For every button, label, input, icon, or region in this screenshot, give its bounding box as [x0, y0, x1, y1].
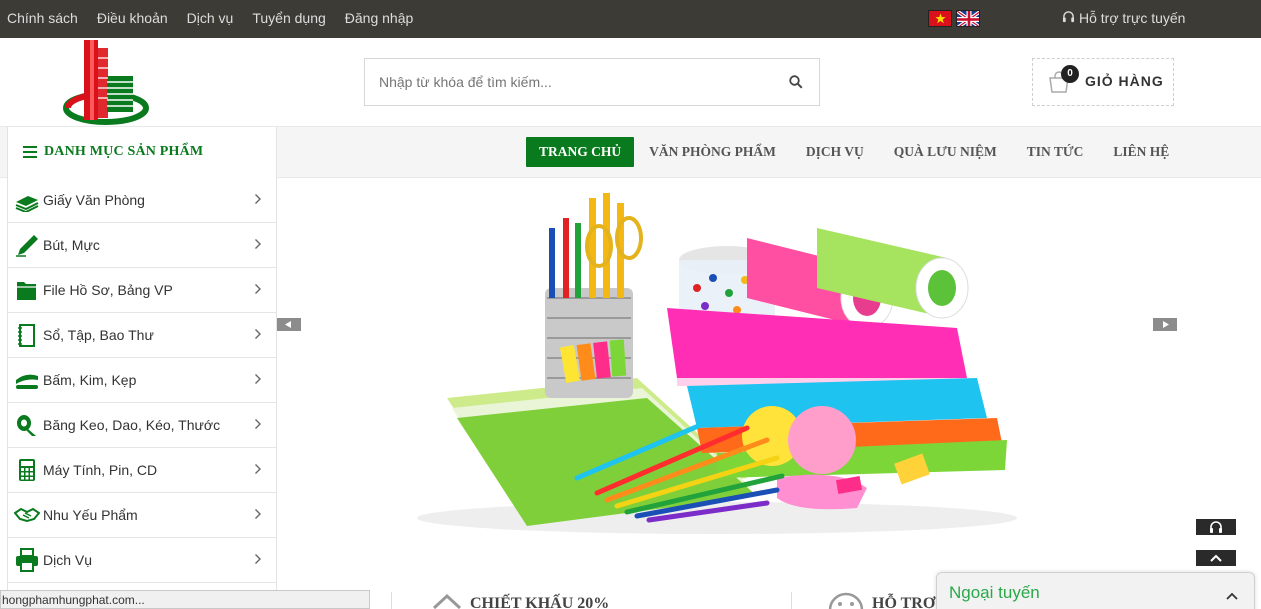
pen-holder-illustration	[545, 193, 643, 398]
nav-home[interactable]: TRANG CHỦ	[526, 137, 635, 167]
chevron-up-icon	[1196, 553, 1236, 569]
top-bar: Chính sách Điều khoản Dịch vụ Tuyển dụng…	[0, 0, 1261, 38]
feature-support: HỖ TRỢ	[828, 592, 935, 609]
top-link-terms[interactable]: Điều khoản	[97, 10, 168, 26]
support-float-button[interactable]	[1196, 519, 1236, 535]
feature-divider	[391, 592, 392, 609]
top-links: Chính sách Điều khoản Dịch vụ Tuyển dụng…	[7, 10, 413, 26]
headphones-icon	[1062, 10, 1075, 26]
folder-icon	[14, 278, 40, 302]
search-box	[364, 58, 820, 106]
cart-label: GIỎ HÀNG	[1085, 73, 1164, 89]
category-label: Sổ, Tập, Bao Thư	[43, 327, 154, 343]
category-label: Băng Keo, Dao, Kéo, Thước	[43, 417, 221, 433]
hamburger-icon	[23, 145, 37, 161]
stapler-icon	[14, 368, 40, 392]
nav-services[interactable]: DỊCH VỤ	[791, 137, 879, 167]
feature-divider	[791, 592, 792, 609]
tape-icon	[14, 413, 40, 437]
home-icon	[432, 592, 462, 609]
paper-stack-icon	[14, 188, 40, 214]
top-link-careers[interactable]: Tuyển dụng	[252, 10, 325, 26]
live-chat-widget[interactable]: Ngoại tuyến	[936, 572, 1255, 609]
category-item-services[interactable]: Dịch Vụ	[8, 538, 276, 583]
feature-discount: CHIẾT KHẤU 20%	[432, 592, 609, 609]
category-sidebar: Giấy Văn Phòng Bút, Mực File Hồ Sơ, Bảng…	[7, 178, 277, 609]
category-item-pens[interactable]: Bút, Mực	[8, 223, 276, 268]
chevron-right-icon	[254, 462, 262, 478]
feature-discount-label: CHIẾT KHẤU 20%	[470, 595, 610, 609]
nav-gifts[interactable]: QUÀ LƯU NIỆM	[879, 137, 1012, 167]
category-item-paper[interactable]: Giấy Văn Phòng	[8, 178, 276, 223]
category-label: Dịch Vụ	[43, 552, 93, 568]
slider-next-button[interactable]	[1153, 318, 1177, 331]
stationery-banner-image	[417, 193, 1017, 534]
category-item-tape[interactable]: Băng Keo, Dao, Kéo, Thước	[8, 403, 276, 448]
category-item-calculators[interactable]: Máy Tính, Pin, CD	[8, 448, 276, 493]
cart-count-badge: 0	[1061, 65, 1079, 83]
top-link-login[interactable]: Đăng nhập	[345, 10, 414, 26]
vietnam-flag-icon[interactable]	[928, 10, 952, 27]
cart-button[interactable]: 0 GIỎ HÀNG	[1032, 58, 1174, 106]
category-label: Bút, Mực	[43, 237, 100, 253]
nav-contact[interactable]: LIÊN HỆ	[1098, 137, 1184, 167]
chevron-right-icon	[254, 282, 262, 298]
pen-icon	[14, 233, 40, 257]
category-item-essentials[interactable]: Nhu Yếu Phẩm	[8, 493, 276, 538]
category-label: Nhu Yếu Phẩm	[43, 507, 138, 523]
navigation-row: DANH MỤC SẢN PHẨM TRANG CHỦ VĂN PHÒNG PH…	[0, 126, 1261, 178]
calculator-icon	[14, 458, 40, 482]
online-support-label: Hỗ trợ trực tuyến	[1079, 10, 1186, 26]
headphones-icon	[1196, 521, 1236, 538]
chevron-right-icon	[254, 552, 262, 568]
category-label: Giấy Văn Phòng	[43, 192, 145, 208]
main-menu: TRANG CHỦ VĂN PHÒNG PHẨM DỊCH VỤ QUÀ LƯU…	[526, 137, 1184, 167]
nav-news[interactable]: TIN TỨC	[1012, 137, 1099, 167]
category-menu-header[interactable]: DANH MỤC SẢN PHẨM	[7, 127, 277, 178]
chevron-right-icon	[254, 372, 262, 388]
top-link-services[interactable]: Dịch vụ	[187, 10, 234, 26]
chevron-right-icon	[254, 237, 262, 253]
slider-prev-button[interactable]	[277, 318, 301, 331]
search-icon[interactable]	[789, 75, 803, 92]
paper-rolls-illustration	[747, 228, 969, 329]
category-label: Bấm, Kim, Kẹp	[43, 372, 137, 388]
chevron-right-icon	[254, 507, 262, 523]
category-label: File Hồ Sơ, Bảng VP	[43, 282, 173, 298]
category-menu-title: DANH MỤC SẢN PHẨM	[44, 144, 204, 159]
feature-support-label: HỖ TRỢ	[872, 595, 936, 609]
category-item-files[interactable]: File Hồ Sơ, Bảng VP	[8, 268, 276, 313]
handshake-icon	[13, 503, 41, 527]
nav-stationery[interactable]: VĂN PHÒNG PHẨM	[634, 137, 791, 167]
chat-status-label: Ngoại tuyến	[949, 583, 1040, 602]
online-support-link[interactable]: Hỗ trợ trực tuyến	[1062, 10, 1185, 26]
header: 0 GIỎ HÀNG	[0, 38, 1261, 126]
company-logo[interactable]	[62, 38, 152, 128]
back-to-top-button[interactable]	[1196, 550, 1236, 566]
category-item-notebooks[interactable]: Sổ, Tập, Bao Thư	[8, 313, 276, 358]
chevron-right-icon	[254, 417, 262, 433]
smiley-icon	[828, 592, 864, 609]
chevron-right-icon	[254, 192, 262, 208]
hero-slider	[277, 178, 1201, 540]
search-input[interactable]	[379, 72, 769, 92]
notebook-icon	[14, 323, 40, 347]
category-label: Máy Tính, Pin, CD	[43, 462, 158, 478]
chevron-right-icon	[254, 327, 262, 343]
top-link-policy[interactable]: Chính sách	[7, 10, 78, 26]
browser-status-bar: hongphamhungphat.com...	[0, 590, 370, 609]
printer-icon	[14, 548, 40, 572]
chevron-up-icon	[1226, 587, 1238, 603]
category-item-staplers[interactable]: Bấm, Kim, Kẹp	[8, 358, 276, 403]
uk-flag-icon[interactable]	[956, 10, 980, 27]
